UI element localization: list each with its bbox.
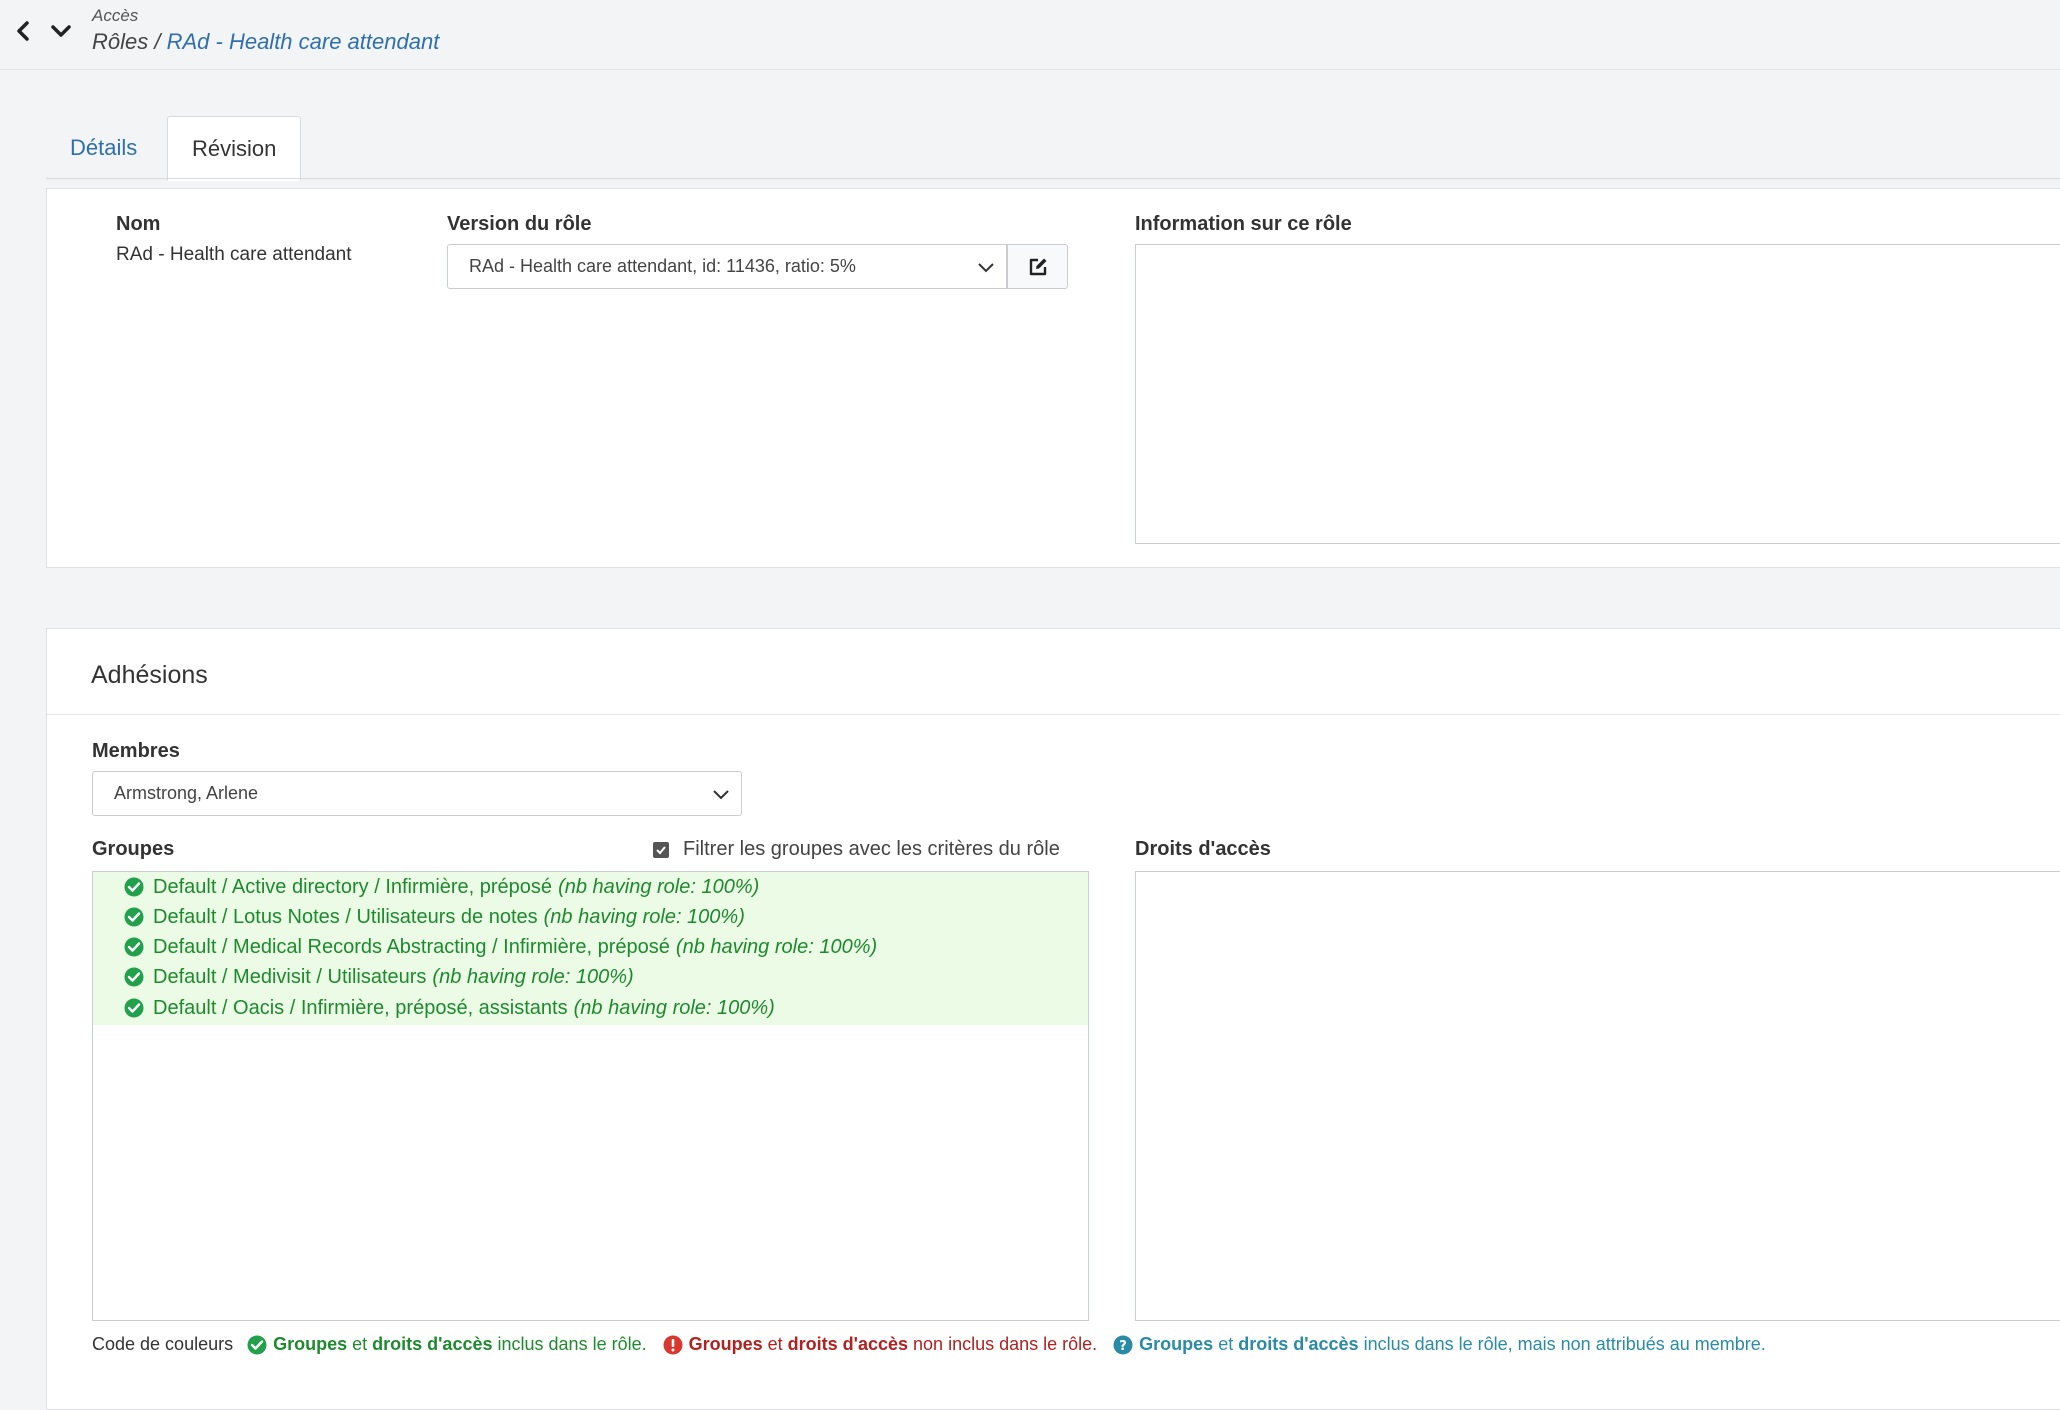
- legend-not-included-text: non inclus dans le rôle.: [913, 1334, 1098, 1354]
- group-note: (nb having role: 100%): [558, 875, 760, 898]
- list-item[interactable]: Default / Lotus Notes / Utilisateurs de …: [124, 902, 745, 932]
- legend-groups-word: Groupes: [688, 1334, 763, 1354]
- legend-included-not-assigned: ? Groupes et droits d'accès inclus dans …: [1113, 1334, 1766, 1355]
- role-version-value: RAd - Health care attendant, id: 11436, …: [469, 256, 856, 276]
- name-value: RAd - Health care attendant: [116, 244, 352, 265]
- chevron-down-icon: [701, 788, 741, 800]
- memberships-title: Adhésions: [91, 661, 208, 689]
- version-label: Version du rôle: [447, 213, 592, 235]
- legend-and-word: et: [352, 1334, 368, 1354]
- error-circle-icon: [663, 1335, 683, 1354]
- breadcrumb-current[interactable]: RAd - Health care attendant: [167, 29, 440, 54]
- legend-included: Groupes et droits d'accès inclus dans le…: [247, 1334, 647, 1355]
- list-item[interactable]: Default / Medivisit / Utilisateurs (nb ha…: [124, 962, 634, 992]
- legend-rights-word: droits d'accès: [372, 1334, 493, 1354]
- list-item[interactable]: Default / Medical Records Abstracting / …: [124, 932, 877, 962]
- group-name: Default / Lotus Notes / Utilisateurs de …: [153, 905, 538, 928]
- legend-rights-word: droits d'accès: [1238, 1334, 1359, 1354]
- edit-version-button[interactable]: [1007, 244, 1068, 289]
- group-note: (nb having role: 100%): [543, 905, 745, 928]
- breadcrumb: Rôles / RAd - Health care attendant: [92, 29, 439, 55]
- list-item[interactable]: Default / Oacis / Infirmière, préposé, a…: [124, 993, 775, 1023]
- filter-groups-checkbox[interactable]: Filtrer les groupes avec les critères du…: [653, 838, 1060, 861]
- groups-list[interactable]: Default / Active directory / Infirmière,…: [92, 871, 1089, 1321]
- check-circle-icon: [124, 907, 144, 927]
- role-version-select[interactable]: RAd - Health care attendant, id: 11436, …: [447, 244, 1007, 289]
- group-name: Default / Oacis / Infirmière, préposé, a…: [153, 996, 568, 1019]
- breadcrumb-separator: /: [148, 29, 167, 54]
- role-details-panel: Nom RAd - Health care attendant Version …: [46, 188, 2060, 568]
- tab-revision[interactable]: Révision: [167, 116, 302, 181]
- group-name: Default / Medivisit / Utilisateurs: [153, 965, 427, 988]
- access-rights-label: Droits d'accès: [1135, 838, 1271, 860]
- tab-details[interactable]: Détails: [46, 116, 161, 179]
- legend-rights-word: droits d'accès: [787, 1334, 909, 1354]
- legend-groups-word: Groupes: [1139, 1334, 1214, 1354]
- name-label: Nom: [116, 213, 161, 235]
- list-item[interactable]: Default / Active directory / Infirmière,…: [124, 872, 759, 902]
- check-circle-icon: [124, 877, 144, 897]
- legend-and-word: et: [1218, 1334, 1234, 1354]
- members-select[interactable]: Armstrong, Arlene: [92, 771, 742, 816]
- check-circle-icon: [124, 998, 144, 1018]
- edit-icon: [1029, 258, 1046, 275]
- group-note: (nb having role: 100%): [573, 996, 775, 1019]
- chevron-down-icon[interactable]: [46, 16, 76, 46]
- access-rights-list[interactable]: [1135, 871, 2060, 1321]
- check-circle-icon: [124, 967, 144, 987]
- breadcrumb-root[interactable]: Rôles: [92, 29, 148, 54]
- member-selected-value: Armstrong, Arlene: [114, 783, 259, 803]
- legend-not-assigned-text: inclus dans le rôle, mais non attribués …: [1363, 1334, 1766, 1354]
- groups-label: Groupes: [92, 838, 175, 860]
- tab-divider: [46, 178, 2060, 179]
- svg-text:?: ?: [1119, 1339, 1127, 1354]
- legend-and-word: et: [767, 1334, 783, 1354]
- breadcrumb-parent: Accès: [92, 6, 139, 25]
- members-label: Membres: [92, 740, 180, 762]
- group-note: (nb having role: 100%): [675, 935, 878, 958]
- check-circle-icon: [247, 1335, 267, 1354]
- section-divider: [47, 714, 2060, 715]
- filter-groups-label: Filtrer les groupes avec les critères du…: [683, 838, 1060, 860]
- legend-included-text: inclus dans le rôle.: [497, 1334, 647, 1354]
- legend-groups-word: Groupes: [273, 1334, 348, 1354]
- back-chevron-icon[interactable]: [8, 16, 38, 46]
- check-circle-icon: [124, 937, 144, 957]
- group-name: Default / Medical Records Abstracting / …: [153, 935, 670, 958]
- group-name: Default / Active directory / Infirmière,…: [153, 875, 553, 898]
- group-note: (nb having role: 100%): [432, 965, 634, 988]
- memberships-panel: Adhésions Membres Armstrong, Arlene Grou…: [46, 628, 2060, 1410]
- legend-not-included: Groupes et droits d'accès non inclus dan…: [663, 1334, 1098, 1355]
- checkbox-checked-icon[interactable]: [653, 841, 669, 858]
- color-legend: Code de couleurs Groupes et droits d'acc…: [92, 1334, 1782, 1355]
- chevron-down-icon: [966, 261, 1006, 273]
- question-circle-icon: ?: [1113, 1335, 1133, 1354]
- legend-label: Code de couleurs: [92, 1334, 234, 1354]
- role-info-textarea[interactable]: [1135, 244, 2060, 544]
- top-bar: Accès Rôles / RAd - Health care attendan…: [0, 0, 2060, 70]
- info-label: Information sur ce rôle: [1135, 213, 1352, 235]
